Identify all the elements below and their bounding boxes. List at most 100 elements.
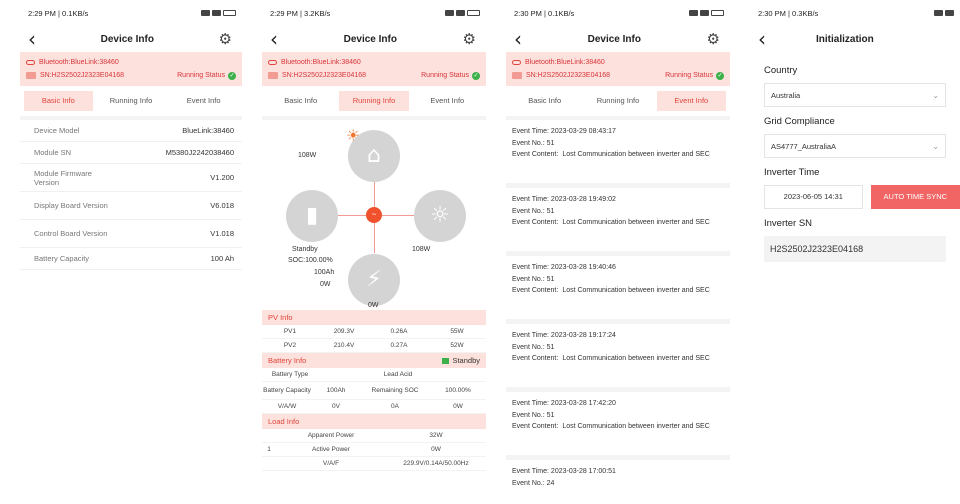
device-bar: Bluetooth:BlueLink:38460 SN:H2S2502J2323… [506, 52, 730, 86]
page-title: Device Info [587, 33, 641, 45]
device-bar: Bluetooth:BlueLink:38460 SN:H2S2502J2323… [262, 52, 486, 86]
bluetooth-icon [268, 60, 277, 65]
status-time: 2:30 PM | 0.3KB/s [758, 8, 819, 18]
inverter-sn-field[interactable]: H2S2502J2323E04168 [764, 236, 946, 262]
country-select[interactable]: Australia ⌄ [764, 83, 946, 107]
flow-line [382, 215, 414, 216]
nav-bar: ‹ Initialization [750, 26, 960, 52]
inverter-time-field[interactable]: 2023-06-05 14:31 [764, 185, 863, 209]
event-content-label: Event Content: [512, 423, 559, 430]
event-time: 2023-03-28 19:17:24 [550, 332, 616, 339]
check-circle-icon: ✓ [716, 71, 724, 80]
back-arrow-icon[interactable]: ‹ [758, 29, 766, 49]
info-value: V6.018 [210, 201, 234, 210]
event-time: 2023-03-28 17:42:20 [550, 400, 616, 407]
screen-event-info: 2:30 PM | 0.1KB/s ‹ Device Info ⚙ Blueto… [506, 0, 730, 504]
event-content-label: Event Content: [512, 287, 559, 294]
info-label: Module Firmware Version [34, 168, 92, 187]
event-time-line: Event Time: 2023-03-29 08:43:17 [512, 126, 724, 138]
device-sn: SN:H2S2502J2323E04168 [282, 72, 367, 79]
event-no-label: Event No.: [512, 140, 545, 147]
tab-basic-info[interactable]: Basic Info [24, 91, 93, 111]
event-no: 51 [546, 344, 555, 351]
gear-icon[interactable]: ⚙ [707, 30, 720, 48]
event-no-line: Event No.: 24 [512, 478, 724, 490]
bluetooth-name: Bluetooth:BlueLink:38460 [525, 59, 605, 66]
load-info-table: Apparent Power 32W 1 Active Power 0W V/A/F 2… [262, 429, 486, 471]
running-status[interactable]: Running Status ✓ [665, 71, 724, 80]
tab-event-info[interactable]: Event Info [413, 91, 482, 111]
nav-bar: ‹ Device Info ⚙ [506, 26, 730, 52]
auto-time-sync-button[interactable]: AUTO TIME SYNC [870, 185, 960, 209]
tab-basic-info[interactable]: Basic Info [510, 91, 579, 111]
tab-running-info[interactable]: Running Info [97, 91, 166, 111]
event-content-label: Event Content: [512, 219, 559, 226]
tab-event-info[interactable]: Event Info [169, 91, 238, 111]
table-row: Battery Capacity 100Ah Remaining SOC 100.00… [262, 382, 486, 400]
screen-initialization: 2:30 PM | 0.3KB/s ‹ Initialization Count… [750, 0, 960, 504]
load-node: ☼ [414, 190, 466, 242]
sn-card-icon [512, 72, 522, 79]
status-icons [934, 10, 954, 16]
tab-basic-info[interactable]: Basic Info [266, 91, 335, 111]
event-no-line: Event No.: 51 [512, 206, 724, 218]
table-cell: Battery Capacity [263, 387, 311, 394]
status-bar: 2:30 PM | 0.1KB/s [506, 0, 730, 26]
flow-line [338, 215, 366, 216]
battery-status-icon [467, 10, 480, 16]
pv-info-header: PV Info [262, 310, 486, 325]
event-no: 24 [546, 480, 555, 487]
event-item: Event Time: 2023-03-28 19:40:46 Event No.… [506, 256, 730, 324]
table-cell: Battery Type [271, 371, 309, 378]
battery-state: Standby [292, 246, 318, 253]
page-title: Initialization [816, 33, 874, 45]
tab-bar: Basic Info Running Info Event Info [506, 86, 730, 120]
status-icons [201, 10, 236, 16]
gear-icon[interactable]: ⚙ [463, 30, 476, 48]
battery-status-label: Standby [452, 356, 480, 365]
country-value: Australia [771, 90, 801, 100]
battery-status-icon [711, 10, 724, 16]
status-time: 2:29 PM | 0.1KB/s [28, 8, 89, 18]
back-arrow-icon[interactable]: ‹ [514, 29, 522, 49]
back-arrow-icon[interactable]: ‹ [270, 29, 278, 49]
status-time: 2:30 PM | 0.1KB/s [514, 8, 575, 18]
info-label: Control Board Version [34, 229, 108, 238]
event-time-label: Event Time: [512, 468, 549, 475]
event-content: Lost Communication between inverter and … [562, 219, 710, 226]
table-cell: Apparent Power [307, 432, 355, 439]
event-no: 51 [546, 276, 555, 283]
event-content: Lost Communication between inverter and … [562, 423, 710, 430]
grid-compliance-select[interactable]: AS4777_AustraliaA ⌄ [764, 134, 946, 158]
event-content-label: Event Content: [512, 355, 559, 362]
nav-bar: ‹ Device Info ⚙ [20, 26, 242, 52]
event-content-line: Event Content: Lost Communication between… [512, 354, 724, 363]
running-status[interactable]: Running Status ✓ [421, 71, 480, 80]
event-content-line: Event Content: Lost Communication between… [512, 286, 724, 295]
tab-event-info[interactable]: Event Info [656, 91, 726, 111]
table-cell: V/A/F [322, 460, 340, 467]
status-bar: 2:30 PM | 0.3KB/s [750, 0, 960, 26]
basic-info-list: Device Model BlueLink:38460 Module SN M538… [20, 120, 242, 270]
event-time-line: Event Time: 2023-03-28 17:42:20 [512, 398, 724, 410]
table-cell: 0.26A [390, 328, 408, 335]
event-content-line: Event Content: Lost Communication between… [512, 150, 724, 159]
flow-line [374, 182, 375, 207]
tab-running-info[interactable]: Running Info [339, 91, 409, 111]
bluetooth-icon [26, 60, 35, 65]
gear-icon[interactable]: ⚙ [219, 30, 232, 48]
grid-node: ⚡ [348, 254, 400, 306]
table-cell: PV2 [283, 342, 297, 349]
tab-bar: Basic Info Running Info Event Info [262, 86, 486, 120]
back-arrow-icon[interactable]: ‹ [28, 29, 36, 49]
battery-soc: SOC:100.00% [288, 257, 333, 264]
table-row: 1 Active Power 0W [262, 443, 486, 457]
event-item: Event Time: 2023-03-29 08:43:17 Event No.… [506, 120, 730, 188]
tab-running-info[interactable]: Running Info [583, 91, 652, 111]
event-content-label: Event Content: [512, 151, 559, 158]
running-status[interactable]: Running Status ✓ [177, 71, 236, 80]
info-value: V1.200 [210, 173, 234, 182]
event-time-label: Event Time: [512, 264, 549, 271]
load-power: 108W [412, 246, 431, 253]
event-content-line: Event Content: Lost Communication between… [512, 218, 724, 227]
